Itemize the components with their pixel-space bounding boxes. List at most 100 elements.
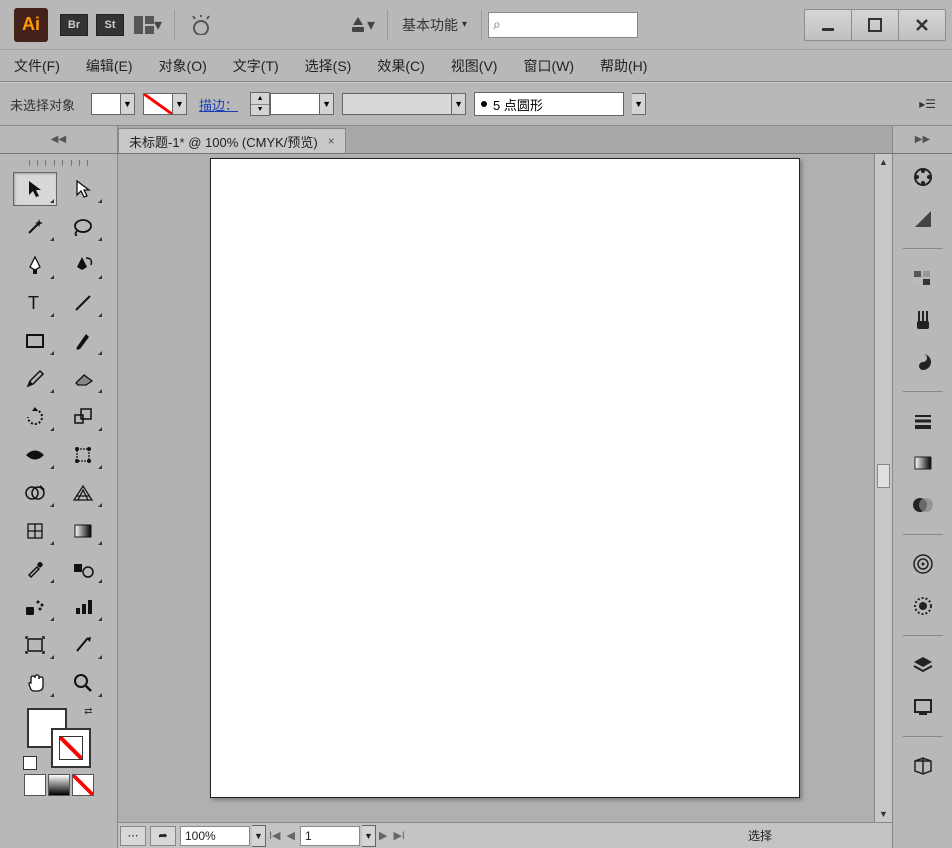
variable-width-profile-dropdown[interactable]: ▼: [342, 93, 466, 115]
symbol-sprayer-tool[interactable]: [13, 590, 57, 624]
close-tab-icon[interactable]: ×: [328, 134, 335, 148]
prev-artboard-icon[interactable]: ◀: [287, 829, 295, 842]
swap-fill-stroke-icon[interactable]: ⇄: [84, 706, 92, 717]
minimize-button[interactable]: [804, 9, 852, 41]
brushes-panel-icon[interactable]: [906, 303, 940, 337]
canvas-viewport[interactable]: ▲▼: [118, 154, 892, 822]
blend-tool[interactable]: [61, 552, 105, 586]
zoom-tool[interactable]: [61, 666, 105, 700]
artboard-number-field[interactable]: 1: [300, 826, 360, 846]
bridge-chip[interactable]: Br: [60, 14, 88, 36]
direct-selection-tool[interactable]: [61, 172, 105, 206]
maximize-button[interactable]: [851, 9, 899, 41]
stroke-weight-stepper[interactable]: ▲▼ ▼: [250, 92, 334, 116]
artboard[interactable]: [210, 158, 800, 798]
brush-preview-icon: [481, 101, 487, 107]
current-tool-label: 选择: [748, 827, 772, 844]
artboard-tool[interactable]: [13, 628, 57, 662]
stroke-link[interactable]: 描边：: [199, 95, 238, 114]
menu-effect[interactable]: 效果(C): [371, 52, 430, 80]
mesh-tool[interactable]: [13, 514, 57, 548]
menu-help[interactable]: 帮助(H): [594, 52, 653, 80]
fill-swatch-dropdown[interactable]: ▼: [91, 93, 135, 115]
gpu-preview-icon[interactable]: [187, 11, 215, 39]
gradient-tool[interactable]: [61, 514, 105, 548]
workspace-dropdown[interactable]: 基本功能▾: [402, 15, 467, 35]
rectangle-tool[interactable]: [13, 324, 57, 358]
paintbrush-tool[interactable]: [61, 324, 105, 358]
menu-view[interactable]: 视图(V): [445, 52, 504, 80]
free-transform-tool[interactable]: [61, 438, 105, 472]
arrange-documents-icon[interactable]: ▾: [134, 11, 162, 39]
magic-wand-tool[interactable]: [13, 210, 57, 244]
canvas-area: ▲▼ ⋯ ➦ 100% ▼ I◀ ◀ 1 ▼ ▶ ▶I 选择: [118, 154, 892, 848]
vertical-scrollbar[interactable]: ▲▼: [874, 154, 892, 822]
next-artboard-icon[interactable]: ▶: [379, 829, 387, 842]
toolbox-collapse-toggle[interactable]: ◀◀: [0, 126, 118, 153]
zoom-level-field[interactable]: 100%: [180, 826, 250, 846]
scale-tool[interactable]: [61, 400, 105, 434]
pen-tool[interactable]: [13, 248, 57, 282]
eyedropper-tool[interactable]: [13, 552, 57, 586]
stroke-swatch-dropdown[interactable]: ▼: [143, 93, 187, 115]
graphic-styles-panel-icon[interactable]: [906, 589, 940, 623]
document-tab[interactable]: 未标题-1* @ 100% (CMYK/预览) ×: [118, 128, 346, 153]
menu-type[interactable]: 文字(T): [227, 52, 285, 80]
lasso-tool[interactable]: [61, 210, 105, 244]
menu-edit[interactable]: 编辑(E): [80, 52, 139, 80]
layers-panel-icon[interactable]: [906, 648, 940, 682]
stroke-color-icon[interactable]: [51, 728, 91, 768]
panel-separator: [903, 736, 943, 737]
last-artboard-icon[interactable]: ▶I: [393, 829, 405, 842]
selection-tool[interactable]: [13, 172, 57, 206]
panel-separator: [903, 534, 943, 535]
color-guide-panel-icon[interactable]: [906, 202, 940, 236]
menu-window[interactable]: 窗口(W): [517, 52, 580, 80]
stock-chip[interactable]: St: [96, 14, 124, 36]
appearance-panel-icon[interactable]: [906, 547, 940, 581]
perspective-grid-tool[interactable]: [61, 476, 105, 510]
sync-settings-icon[interactable]: ▾: [347, 11, 375, 39]
line-segment-tool[interactable]: [61, 286, 105, 320]
close-button[interactable]: [898, 9, 946, 41]
control-panel-menu-icon[interactable]: ▸☰: [913, 97, 942, 111]
gradient-panel-icon[interactable]: [906, 446, 940, 480]
zoom-dropdown-arrow[interactable]: ▼: [252, 825, 266, 847]
eraser-tool[interactable]: [61, 362, 105, 396]
width-tool[interactable]: [13, 438, 57, 472]
fill-stroke-control[interactable]: ⇄: [23, 706, 95, 770]
type-tool[interactable]: T: [13, 286, 57, 320]
first-artboard-icon[interactable]: I◀: [269, 829, 281, 842]
slice-tool[interactable]: [61, 628, 105, 662]
asset-export-panel-icon[interactable]: [906, 690, 940, 724]
brush-dropdown-arrow[interactable]: ▼: [632, 93, 646, 115]
menu-file[interactable]: 文件(F): [8, 52, 66, 80]
status-menu-icon[interactable]: ⋯: [120, 826, 146, 846]
default-fill-stroke-icon[interactable]: [23, 756, 37, 770]
symbols-panel-icon[interactable]: [906, 345, 940, 379]
color-panel-icon[interactable]: [906, 160, 940, 194]
color-mode-icon[interactable]: [24, 774, 46, 796]
search-input[interactable]: ⌕: [488, 12, 638, 38]
menu-select[interactable]: 选择(S): [299, 52, 358, 80]
panels-collapse-toggle[interactable]: ▶▶: [892, 126, 952, 153]
pencil-tool[interactable]: [13, 362, 57, 396]
svg-text:T: T: [28, 294, 39, 312]
shape-builder-tool[interactable]: [13, 476, 57, 510]
toolbox-grip[interactable]: [29, 160, 89, 166]
transparency-panel-icon[interactable]: [906, 488, 940, 522]
none-mode-icon[interactable]: [72, 774, 94, 796]
brush-definition-dropdown[interactable]: 5 点圆形: [474, 92, 624, 116]
hand-tool[interactable]: [13, 666, 57, 700]
menu-object[interactable]: 对象(O): [153, 52, 213, 80]
stroke-panel-icon[interactable]: [906, 404, 940, 438]
search-icon: ⌕: [493, 16, 501, 33]
share-icon[interactable]: ➦: [150, 826, 176, 846]
swatches-panel-icon[interactable]: [906, 261, 940, 295]
curvature-pen-tool[interactable]: [61, 248, 105, 282]
artboard-dropdown-arrow[interactable]: ▼: [362, 825, 376, 847]
artboards-panel-icon[interactable]: [906, 749, 940, 783]
rotate-tool[interactable]: [13, 400, 57, 434]
gradient-mode-icon[interactable]: [48, 774, 70, 796]
column-graph-tool[interactable]: [61, 590, 105, 624]
